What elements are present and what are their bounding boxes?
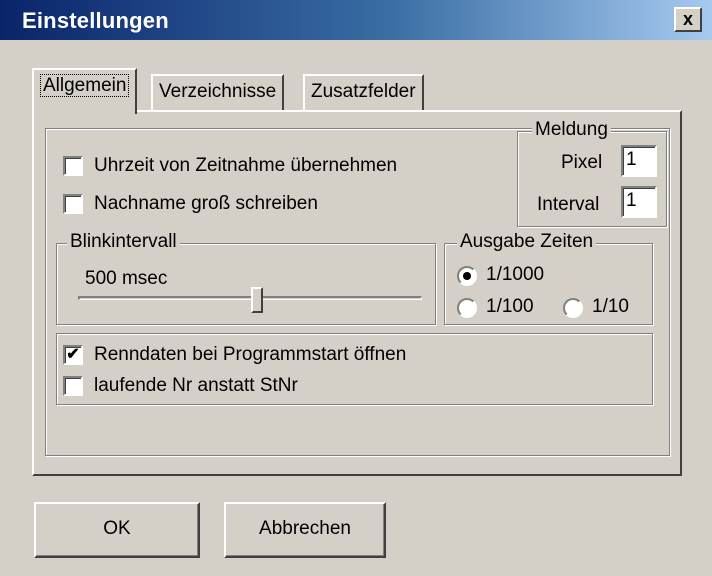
interval-value: 1: [626, 190, 637, 211]
radio-1-1000-label: 1/1000: [486, 264, 545, 285]
tab-verzeichnisse-label: Verzeichnisse: [159, 81, 277, 102]
check-icon: ✔: [66, 346, 80, 363]
radio-1-100[interactable]: [457, 298, 477, 318]
title-bar: Einstellungen x: [0, 0, 712, 40]
radio-1-10[interactable]: [563, 298, 583, 318]
radio-1-100-label: 1/100: [486, 296, 534, 317]
uhrzeit-label: Uhrzeit von Zeitnahme übernehmen: [94, 155, 398, 176]
tab-allgemein-label: Allgemein: [40, 74, 130, 97]
tab-verzeichnisse[interactable]: Verzeichnisse: [151, 74, 285, 112]
renndaten-label: Renndaten bei Programmstart öffnen: [94, 344, 407, 365]
ok-button[interactable]: OK: [34, 502, 200, 558]
tab-zusatzfelder[interactable]: Zusatzfelder: [303, 74, 424, 112]
laufende-label: laufende Nr anstatt StNr: [94, 375, 298, 396]
nachname-checkbox[interactable]: [63, 194, 83, 214]
radio-1-10-label: 1/10: [592, 296, 629, 317]
laufende-checkbox[interactable]: [63, 376, 83, 396]
meldung-legend: Meldung: [532, 119, 611, 141]
cancel-button[interactable]: Abbrechen: [224, 502, 386, 558]
pixel-input[interactable]: 1: [621, 145, 657, 177]
ausgabe-zeiten-legend: Ausgabe Zeiten: [457, 231, 597, 253]
interval-label: Interval: [537, 194, 600, 215]
uhrzeit-checkbox[interactable]: [63, 156, 83, 176]
close-icon: x: [682, 9, 693, 29]
pixel-label: Pixel: [561, 152, 603, 173]
nachname-label: Nachname groß schreiben: [94, 193, 318, 214]
blinkintervall-value: 500 msec: [85, 268, 168, 289]
radio-1-1000[interactable]: [457, 266, 477, 286]
renndaten-checkbox[interactable]: ✔: [63, 345, 83, 365]
blinkintervall-legend: Blinkintervall: [67, 231, 180, 253]
window-title: Einstellungen: [22, 8, 169, 33]
tab-allgemein[interactable]: Allgemein: [32, 68, 138, 114]
tab-zusatzfelder-label: Zusatzfelder: [311, 81, 416, 102]
pixel-value: 1: [626, 149, 637, 170]
blinkintervall-slider-thumb[interactable]: [250, 287, 263, 313]
interval-input[interactable]: 1: [621, 186, 657, 218]
close-button[interactable]: x: [674, 7, 702, 32]
